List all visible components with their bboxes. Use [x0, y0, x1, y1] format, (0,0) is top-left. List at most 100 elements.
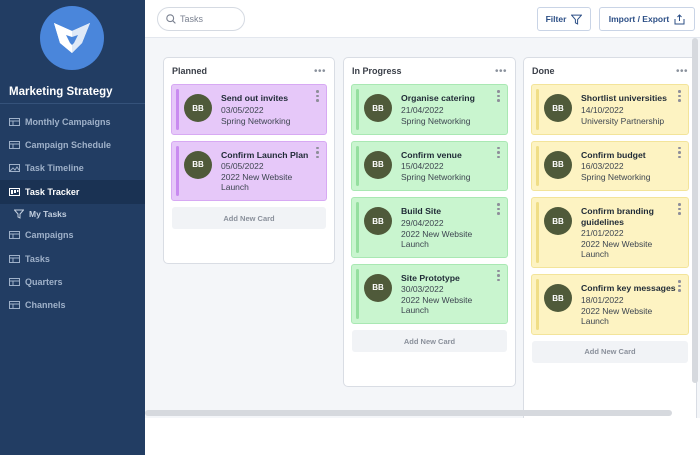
card-title: Shortlist universities [581, 93, 667, 103]
add-new-card-button[interactable]: Add New Card [172, 207, 326, 229]
card-project: Spring Networking [401, 172, 471, 182]
card-menu-icon[interactable] [678, 203, 682, 215]
app-logo [40, 6, 104, 70]
sidebar-item-channels[interactable]: Channels [0, 294, 145, 317]
task-card[interactable]: BB Build Site 29/04/2022 2022 New Websit… [351, 197, 508, 258]
card-menu-icon[interactable] [316, 146, 320, 158]
card-date: 29/04/2022 [401, 217, 444, 228]
card-date: 16/03/2022 [581, 161, 624, 171]
card-stripe [536, 202, 539, 263]
column-menu-icon[interactable]: ••• [495, 66, 507, 77]
sidebar-item-task-timeline[interactable]: Task Timeline [0, 157, 145, 180]
column-done: Done ••• BB Shortlist universities 14/10… [523, 57, 697, 418]
sidebar-item-quarters[interactable]: Quarters [0, 270, 145, 293]
table-icon [9, 117, 20, 126]
card-title: Confirm key messages [581, 283, 676, 293]
task-card[interactable]: BB Shortlist universities 14/10/2022 Uni… [531, 84, 689, 135]
card-project: University Partnership [581, 115, 665, 126]
filter-button[interactable]: Filter [537, 7, 591, 31]
sidebar-item-tasks[interactable]: Tasks [0, 247, 145, 270]
sidebar-item-my-tasks[interactable]: My Tasks [0, 204, 145, 224]
avatar: BB [184, 94, 212, 122]
app-title: Marketing Strategy [9, 86, 113, 98]
export-icon [674, 13, 685, 24]
card-title: Confirm Launch Plan [221, 149, 309, 160]
card-menu-icon[interactable] [678, 90, 682, 102]
column-title: In Progress [352, 66, 402, 76]
avatar: BB [364, 150, 392, 179]
card-stripe [356, 145, 359, 186]
table-icon [9, 254, 20, 263]
card-menu-icon[interactable] [316, 90, 320, 102]
add-new-card-button[interactable]: Add New Card [352, 330, 507, 352]
avatar: BB [544, 207, 572, 235]
card-project: 2022 New Website Launch [581, 305, 653, 326]
image-icon [9, 164, 20, 173]
task-card[interactable]: BB Send out invites 03/05/2022 Spring Ne… [171, 84, 327, 135]
sidebar-divider [0, 103, 145, 104]
sidebar-item-monthly-campaigns[interactable]: Monthly Campaigns [0, 110, 145, 133]
card-project: 2022 New Website Launch [401, 295, 473, 315]
task-card[interactable]: BB Confirm budget 16/03/2022 Spring Netw… [531, 140, 689, 191]
sidebar-item-label: Task Tracker [25, 186, 80, 197]
card-stripe [536, 145, 539, 186]
card-menu-icon[interactable] [497, 146, 501, 158]
filter-icon [13, 209, 24, 219]
card-stripe [176, 145, 179, 196]
card-date: 05/05/2022 [221, 161, 264, 171]
sidebar-item-campaigns[interactable]: Campaigns [0, 224, 145, 247]
avatar: BB [364, 94, 392, 122]
filter-icon [571, 14, 583, 25]
card-menu-icon[interactable] [497, 90, 501, 102]
card-project: Spring Networking [401, 115, 471, 126]
kanban-board: Planned ••• BB Send out invites 03/05/20… [145, 38, 700, 418]
sidebar-item-label: Monthly Campaigns [25, 116, 111, 127]
logo-icon [54, 23, 90, 53]
import-export-button[interactable]: Import / Export [599, 7, 695, 31]
card-project: 2022 New Website Launch [401, 228, 473, 249]
card-menu-icon[interactable] [497, 269, 501, 281]
search-input[interactable] [180, 14, 238, 24]
card-date: 15/04/2022 [401, 161, 444, 171]
task-card[interactable]: BB Site Prototype 30/03/2022 2022 New We… [351, 263, 508, 324]
card-date: 14/10/2022 [581, 104, 624, 115]
card-project: Spring Networking [581, 172, 651, 182]
sidebar: Marketing Strategy Monthly Campaigns Cam… [0, 0, 145, 455]
card-menu-icon[interactable] [678, 280, 682, 292]
column-planned: Planned ••• BB Send out invites 03/05/20… [163, 57, 335, 264]
card-date: 18/01/2022 [581, 294, 624, 305]
avatar: BB [184, 150, 212, 179]
task-card[interactable]: BB Confirm venue 15/04/2022 Spring Netwo… [351, 140, 508, 191]
sidebar-item-label: Task Timeline [25, 163, 84, 174]
search-icon [166, 14, 176, 24]
task-card[interactable]: BB Confirm Launch Plan 05/05/2022 2022 N… [171, 140, 327, 201]
avatar: BB [544, 150, 572, 179]
card-menu-icon[interactable] [678, 146, 682, 158]
card-project: Spring Networking [221, 115, 291, 126]
card-title: Confirm branding guidelines [581, 206, 654, 227]
import-export-label: Import / Export [608, 14, 670, 24]
sidebar-nav: Monthly Campaigns Campaign Schedule Task… [0, 110, 145, 317]
task-card[interactable]: BB Confirm branding guidelines 21/01/202… [531, 197, 689, 268]
add-new-card-button[interactable]: Add New Card [532, 340, 688, 363]
task-card[interactable]: BB Confirm key messages 18/01/2022 2022 … [531, 274, 689, 335]
card-menu-icon[interactable] [497, 203, 501, 215]
column-menu-icon[interactable]: ••• [676, 66, 688, 77]
column-menu-icon[interactable]: ••• [314, 66, 326, 77]
card-date: 21/01/2022 [581, 228, 624, 238]
sidebar-item-campaign-schedule[interactable]: Campaign Schedule [0, 133, 145, 156]
card-stripe [356, 268, 359, 319]
card-stripe [536, 89, 539, 130]
search-box[interactable] [157, 7, 245, 31]
table-icon [9, 141, 20, 150]
sidebar-item-task-tracker[interactable]: Task Tracker [0, 180, 145, 204]
task-card[interactable]: BB Organise catering 21/04/2022 Spring N… [351, 84, 508, 135]
vertical-scrollbar[interactable] [692, 38, 698, 383]
horizontal-scrollbar[interactable] [145, 410, 672, 416]
card-title: Send out invites [221, 93, 289, 103]
card-project: 2022 New Website Launch [581, 239, 653, 259]
sidebar-item-label: Channels [25, 300, 66, 311]
card-date: 03/05/2022 [221, 104, 264, 115]
table-icon [9, 278, 20, 287]
card-title: Site Prototype [401, 272, 460, 283]
